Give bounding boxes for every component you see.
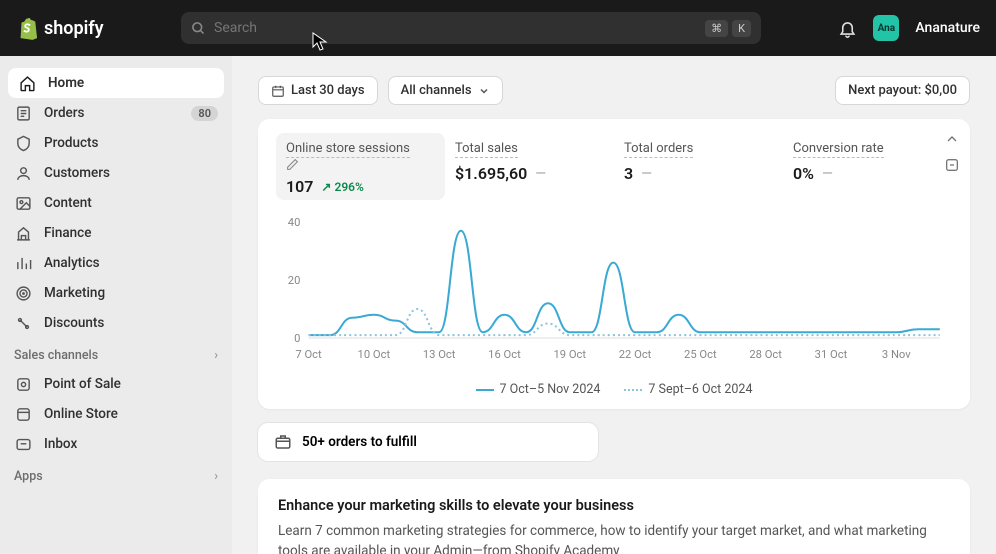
customers-icon: [14, 164, 32, 182]
svg-text:22 Oct: 22 Oct: [619, 348, 652, 361]
nav-label: Marketing: [44, 285, 105, 301]
nav-label: Discounts: [44, 315, 104, 331]
search-bar[interactable]: ⌘ K: [181, 12, 761, 44]
search-shortcut: ⌘ K: [705, 20, 751, 37]
nav-label: Point of Sale: [44, 376, 121, 392]
nav-finance[interactable]: Finance: [0, 218, 232, 248]
date-range-picker[interactable]: Last 30 days: [258, 76, 378, 105]
marketing-tip-card: Enhance your marketing skills to elevate…: [258, 479, 970, 554]
nav-content[interactable]: Content: [0, 188, 232, 218]
chevron-right-icon: ›: [214, 348, 218, 363]
avatar[interactable]: Ana: [873, 15, 899, 41]
finance-icon: [14, 224, 32, 242]
brand-text: shopify: [44, 18, 104, 39]
svg-text:20: 20: [288, 274, 301, 287]
marketing-body: Learn 7 common marketing strategies for …: [278, 522, 950, 554]
orders-badge: 80: [191, 106, 218, 121]
metric-sessions[interactable]: Online store sessions 107 ↗ 296%: [276, 133, 445, 200]
trend-up: ↗ 296%: [321, 180, 363, 194]
svg-text:25 Oct: 25 Oct: [684, 348, 717, 361]
section-sales-channels[interactable]: Sales channels ›: [0, 338, 232, 369]
chart-legend: 7 Oct–5 Nov 2024 7 Sept–6 Oct 2024: [258, 380, 970, 409]
nav-label: Orders: [44, 105, 85, 121]
svg-text:40: 40: [288, 216, 301, 229]
svg-text:28 Oct: 28 Oct: [749, 348, 782, 361]
analytics-icon: [14, 254, 32, 272]
chevron-down-icon: [478, 85, 490, 97]
channel-inbox[interactable]: Inbox: [0, 429, 232, 459]
nav-customers[interactable]: Customers: [0, 158, 232, 188]
marketing-title: Enhance your marketing skills to elevate…: [278, 497, 950, 514]
metric-conversion[interactable]: Conversion rate 0% —: [783, 133, 952, 200]
nav-label: Customers: [44, 165, 110, 181]
edit-icon[interactable]: [286, 158, 435, 171]
nav-label: Analytics: [44, 255, 100, 271]
svg-text:0: 0: [294, 332, 300, 345]
metric-total-orders[interactable]: Total orders 3 —: [614, 133, 783, 200]
home-icon: [18, 74, 36, 92]
nav-label: Online Store: [44, 406, 118, 422]
nav-label: Products: [44, 135, 98, 151]
channel-pos[interactable]: Point of Sale: [0, 369, 232, 399]
sidebar: Home Orders 80 Products Customers Conten…: [0, 56, 232, 554]
collapse-icon[interactable]: [944, 131, 960, 147]
inbox-icon: [14, 435, 32, 453]
fulfill-orders-card[interactable]: 50+ orders to fulfill: [258, 423, 598, 461]
username[interactable]: Ananature: [915, 20, 980, 36]
nav-marketing[interactable]: Marketing: [0, 278, 232, 308]
nav-analytics[interactable]: Analytics: [0, 248, 232, 278]
svg-text:19 Oct: 19 Oct: [553, 348, 586, 361]
marketing-icon: [14, 284, 32, 302]
svg-text:7 Oct: 7 Oct: [295, 348, 322, 361]
main-content: Last 30 days All channels Next payout: $…: [232, 56, 996, 554]
discounts-icon: [14, 314, 32, 332]
nav-home[interactable]: Home: [8, 68, 224, 98]
store-icon: [14, 405, 32, 423]
metric-total-sales[interactable]: Total sales $1.695,60 —: [445, 133, 614, 200]
search-icon: [191, 21, 206, 36]
channel-online-store[interactable]: Online Store: [0, 399, 232, 429]
notifications-icon[interactable]: [838, 19, 857, 38]
search-input[interactable]: [214, 20, 697, 36]
nav-label: Inbox: [44, 436, 77, 452]
calendar-icon: [271, 84, 285, 98]
nav-label: Finance: [44, 225, 91, 241]
nav-discounts[interactable]: Discounts: [0, 308, 232, 338]
next-payout[interactable]: Next payout: $0,00: [835, 76, 970, 105]
orders-icon: [14, 104, 32, 122]
svg-text:10 Oct: 10 Oct: [358, 348, 391, 361]
svg-text:31 Oct: 31 Oct: [815, 348, 848, 361]
svg-text:16 Oct: 16 Oct: [488, 348, 521, 361]
nav-label: Home: [48, 75, 84, 91]
content-icon: [14, 194, 32, 212]
section-apps[interactable]: Apps ›: [0, 459, 232, 490]
pos-icon: [14, 375, 32, 393]
nav-orders[interactable]: Orders 80: [0, 98, 232, 128]
shopify-logo[interactable]: shopify: [16, 16, 104, 40]
sessions-chart: 0 20 40 7 Oct 10 Oct 13 Oct 16 Oct 19 Oct 22 Oct…: [258, 208, 970, 380]
nav-products[interactable]: Products: [0, 128, 232, 158]
nav-label: Content: [44, 195, 92, 211]
svg-text:3 Nov: 3 Nov: [882, 348, 911, 361]
products-icon: [14, 134, 32, 152]
channel-filter[interactable]: All channels: [388, 76, 503, 105]
svg-text:13 Oct: 13 Oct: [423, 348, 456, 361]
fulfill-icon: [274, 433, 292, 451]
chevron-right-icon: ›: [214, 469, 218, 484]
analytics-card: Online store sessions 107 ↗ 296% Total s…: [258, 119, 970, 409]
topbar: shopify ⌘ K Ana Ananature: [0, 0, 996, 56]
fullscreen-icon[interactable]: [944, 157, 960, 173]
